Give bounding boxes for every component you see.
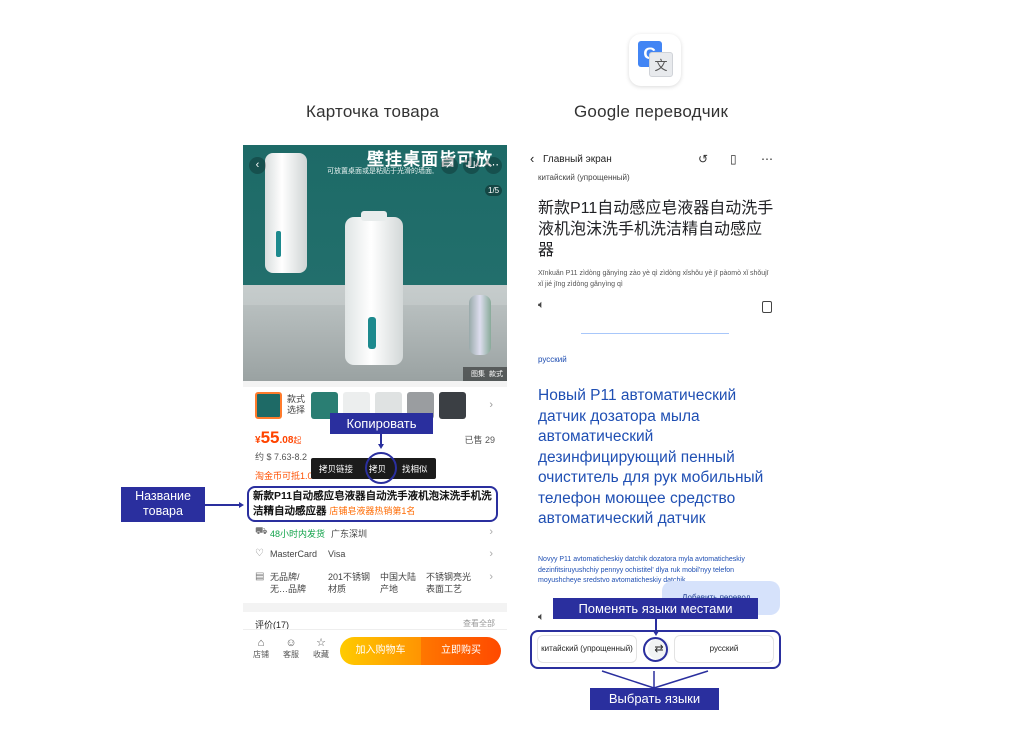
style-label: 款式选择 xyxy=(287,394,306,415)
back-icon[interactable]: ‹ xyxy=(249,157,266,174)
usd-price: 约 $ 7.63-8.2 xyxy=(255,452,308,462)
tab-gallery[interactable]: 图集 xyxy=(471,371,485,378)
param-material: 201不锈钢材质 xyxy=(328,572,371,594)
annotation-line xyxy=(205,504,241,506)
google-translate-icon: G 文 xyxy=(629,34,681,86)
source-language-label: китайский (упрощенный) xyxy=(538,173,630,182)
chevron-right-icon: › xyxy=(489,571,493,583)
review-all-link[interactable]: 查看全部 xyxy=(463,618,495,629)
title-highlight xyxy=(247,486,498,522)
shipping-origin: 广东深圳 xyxy=(331,529,368,539)
coin-info[interactable]: 淘金币可抵1.0 xyxy=(255,469,313,482)
speaker-icon[interactable]: 🔈︎ xyxy=(538,611,545,624)
bottom-bar: ⌂ 店铺 ☺ 客服 ☆ 收藏 加入购物车 立即购买 xyxy=(243,629,507,670)
heading-google-translate: Google переводчик xyxy=(574,102,729,121)
payment-card-2: Visa xyxy=(328,549,346,559)
copy-highlight xyxy=(365,452,397,484)
find-similar-item[interactable]: 找相似 xyxy=(394,463,436,475)
heading-product-card: Карточка товара xyxy=(306,102,440,121)
review-row[interactable]: 评价(17) 查看全部 xyxy=(243,612,507,630)
heart-icon: ♡ xyxy=(255,548,264,559)
chevron-right-icon: › xyxy=(489,526,493,538)
product-card-screen: 壁挂桌面皆可放 可放置桌面或是粘贴于光滑的墙面, ‹ ↗ ⊔ ⋯ 1/5 图集款… xyxy=(243,145,507,670)
divider xyxy=(581,333,729,334)
source-transliteration: Xīnkuǎn P11 zìdòng gǎnyìng zào yè qì zìd… xyxy=(538,270,769,288)
chevron-right-icon[interactable]: › xyxy=(489,399,493,411)
target-text[interactable]: Новый P11 автоматический датчик дозатора… xyxy=(538,386,780,530)
clipboard-icon: ▤ xyxy=(255,571,265,582)
source-text[interactable]: 新款P11自动感应皂液器自动洗手液机泡沫洗手机洗洁精自动感应器 xyxy=(538,198,776,261)
more-icon[interactable]: ⋯ xyxy=(485,157,502,174)
style-thumb[interactable] xyxy=(255,392,282,419)
add-to-cart-button[interactable]: 加入购物车 xyxy=(340,637,421,665)
annotation-product-name: Название товара xyxy=(121,487,205,522)
cart-icon[interactable]: ⊔ xyxy=(463,157,480,174)
back-label[interactable]: Главный экран xyxy=(543,154,612,165)
service-button[interactable]: ☺ 客服 xyxy=(278,637,304,661)
bookmark-icon[interactable]: ▯ xyxy=(730,151,737,167)
tab-style[interactable]: 款式 xyxy=(489,371,503,378)
target-language-label: русский xyxy=(538,355,567,364)
annotation-copy: Копировать xyxy=(330,413,433,434)
copy-icon[interactable] xyxy=(762,301,772,313)
shipping-row[interactable]: ⛟ 48小时内发货 广东深圳 › xyxy=(243,523,507,543)
share-icon[interactable]: ↗ xyxy=(441,157,458,174)
hero-tabs[interactable]: 图集 款式 xyxy=(463,367,507,381)
params-row[interactable]: ▤ 无品牌/无…品牌 201不锈钢材质 中国大陆产地 不锈钢亮光表面工艺 › xyxy=(243,565,507,603)
favorite-button[interactable]: ☆ 收藏 xyxy=(308,637,334,661)
annotation-pick-languages: Выбрать языки xyxy=(590,688,719,710)
back-icon[interactable]: ‹ xyxy=(530,151,534,167)
shipping-time: 48小时内发货 xyxy=(270,529,326,539)
annotation-arrows xyxy=(601,670,709,689)
product-image[interactable]: 壁挂桌面皆可放 可放置桌面或是粘贴于光滑的墙面, ‹ ↗ ⊔ ⋯ 1/5 图集款… xyxy=(243,145,507,381)
param-brand: 无品牌/无…品牌 xyxy=(270,572,307,594)
translator-topbar: ‹ Главный экран ↺ ▯ ⋯ xyxy=(522,151,789,169)
truck-icon: ⛟ xyxy=(255,526,268,537)
annotation-arrow xyxy=(239,502,244,508)
buy-now-button[interactable]: 立即购买 xyxy=(421,637,501,665)
param-origin: 中国大陆产地 xyxy=(380,572,417,594)
stage: Карточка товара Google переводчик G 文 壁挂… xyxy=(0,0,1029,743)
service-icon: ☺ xyxy=(285,637,297,649)
image-counter: 1/5 xyxy=(485,185,503,196)
more-icon[interactable]: ⋯ xyxy=(761,151,773,167)
star-icon: ☆ xyxy=(316,637,326,649)
language-bar-highlight xyxy=(530,630,781,669)
store-icon: ⌂ xyxy=(257,637,265,649)
price: ¥55.08起 xyxy=(255,428,302,447)
annotation-swap: Поменять языки местами xyxy=(553,598,758,619)
payment-row[interactable]: ♡ MasterCard Visa › xyxy=(243,543,507,565)
payment-card-1: MasterCard xyxy=(270,549,318,559)
annotation-arrow xyxy=(378,444,384,449)
chevron-right-icon: › xyxy=(489,548,493,560)
history-icon[interactable]: ↺ xyxy=(698,151,708,167)
speaker-icon[interactable]: 🔈︎ xyxy=(538,299,545,312)
style-thumb[interactable] xyxy=(439,392,466,419)
annotation-line xyxy=(380,434,382,444)
sold-count: 已售 29 xyxy=(464,435,495,445)
store-button[interactable]: ⌂ 店铺 xyxy=(248,637,274,661)
copy-link-item[interactable]: 拷贝链接 xyxy=(311,463,361,475)
translator-screen: ‹ Главный экран ↺ ▯ ⋯ китайский (упрощен… xyxy=(522,145,789,670)
hero-subtitle: 可放置桌面或是粘贴于光滑的墙面, xyxy=(327,168,434,175)
param-surface: 不锈钢亮光表面工艺 xyxy=(426,572,472,594)
